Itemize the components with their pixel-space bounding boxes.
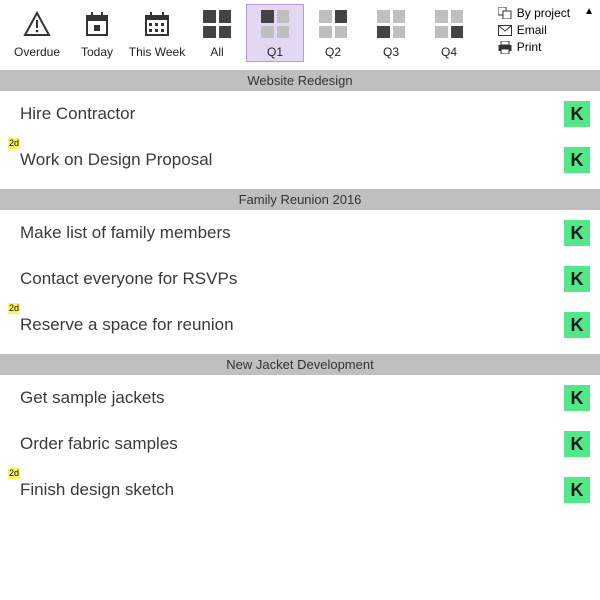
tab-all[interactable]: All xyxy=(188,4,246,62)
calendar-week-icon xyxy=(142,9,172,39)
tab-label: Q2 xyxy=(325,45,341,59)
task-title: Work on Design Proposal xyxy=(20,150,212,169)
toolbar: Overdue Today This Week All Q1 Q2 xyxy=(0,0,600,62)
tab-q3[interactable]: Q3 xyxy=(362,4,420,62)
task-row[interactable]: Hire Contractor K xyxy=(0,91,600,137)
tab-label: Overdue xyxy=(14,45,60,59)
tab-label: Q1 xyxy=(267,45,283,59)
task-title-wrap: 2dFinish design sketch xyxy=(20,480,564,500)
tab-q4[interactable]: Q4 xyxy=(420,4,478,62)
task-row[interactable]: Order fabric samples K xyxy=(0,421,600,467)
task-groups: Website RedesignHire ContractorK2dWork o… xyxy=(0,70,600,513)
tab-label: Today xyxy=(81,45,113,59)
grid-q4-icon xyxy=(434,9,464,39)
task-title: Make list of family members xyxy=(20,223,231,242)
assignee-badge[interactable]: K xyxy=(564,266,590,292)
tab-overdue[interactable]: Overdue xyxy=(6,4,68,62)
due-badge: 2d xyxy=(8,138,20,149)
print-icon xyxy=(498,41,512,54)
email-icon xyxy=(498,25,512,36)
section-header: New Jacket Development xyxy=(0,354,600,375)
task-title: Hire Contractor xyxy=(20,104,135,123)
tab-today[interactable]: Today xyxy=(68,4,126,62)
task-title-wrap: 2dWork on Design Proposal xyxy=(20,150,564,170)
task-title-wrap: Order fabric samples xyxy=(20,434,564,454)
tab-thisweek[interactable]: This Week xyxy=(126,4,188,62)
menu-email[interactable]: Email xyxy=(498,23,570,37)
task-title-wrap: Contact everyone for RSVPs xyxy=(20,269,564,289)
assignee-badge[interactable]: K xyxy=(564,220,590,246)
task-row[interactable]: Contact everyone for RSVPs K xyxy=(0,256,600,302)
task-row[interactable]: Get sample jackets K xyxy=(0,375,600,421)
task-title: Get sample jackets xyxy=(20,388,165,407)
due-badge: 2d xyxy=(8,468,20,479)
task-title-wrap: Make list of family members xyxy=(20,223,564,243)
section-header: Website Redesign xyxy=(0,70,600,91)
tab-label: All xyxy=(210,45,223,59)
warning-icon xyxy=(22,9,52,39)
grid-q2-icon xyxy=(318,9,348,39)
tab-label: Q3 xyxy=(383,45,399,59)
assignee-badge[interactable]: K xyxy=(564,477,590,503)
grid-all-icon xyxy=(202,9,232,39)
menu-label: Print xyxy=(517,40,542,54)
side-menu: By project Email Print xyxy=(498,4,570,54)
due-badge: 2d xyxy=(8,303,20,314)
task-row[interactable]: 2dReserve a space for reunionK xyxy=(0,302,600,348)
task-title: Reserve a space for reunion xyxy=(20,315,234,334)
task-title-wrap: 2dReserve a space for reunion xyxy=(20,315,564,335)
menu-label: Email xyxy=(517,23,547,37)
group-by-project[interactable]: By project xyxy=(498,6,570,20)
task-row[interactable]: Make list of family members K xyxy=(0,210,600,256)
task-title-wrap: Get sample jackets xyxy=(20,388,564,408)
task-title: Finish design sketch xyxy=(20,480,174,499)
filter-tabs: Overdue Today This Week All Q1 Q2 xyxy=(6,4,478,62)
group-icon xyxy=(498,7,512,19)
tab-q2[interactable]: Q2 xyxy=(304,4,362,62)
tab-label: This Week xyxy=(129,45,185,59)
task-title-wrap: Hire Contractor xyxy=(20,104,564,124)
grid-q1-icon xyxy=(260,9,290,39)
task-title: Order fabric samples xyxy=(20,434,178,453)
assignee-badge[interactable]: K xyxy=(564,385,590,411)
task-row[interactable]: 2dWork on Design ProposalK xyxy=(0,137,600,183)
task-row[interactable]: 2dFinish design sketchK xyxy=(0,467,600,513)
collapse-arrow-icon[interactable]: ▲ xyxy=(584,6,594,17)
section-header: Family Reunion 2016 xyxy=(0,189,600,210)
tab-label: Q4 xyxy=(441,45,457,59)
calendar-day-icon xyxy=(82,9,112,39)
assignee-badge[interactable]: K xyxy=(564,312,590,338)
task-title: Contact everyone for RSVPs xyxy=(20,269,237,288)
assignee-badge[interactable]: K xyxy=(564,431,590,457)
menu-label: By project xyxy=(517,6,570,20)
grid-q3-icon xyxy=(376,9,406,39)
assignee-badge[interactable]: K xyxy=(564,147,590,173)
menu-print[interactable]: Print xyxy=(498,40,570,54)
tab-q1[interactable]: Q1 xyxy=(246,4,304,62)
assignee-badge[interactable]: K xyxy=(564,101,590,127)
